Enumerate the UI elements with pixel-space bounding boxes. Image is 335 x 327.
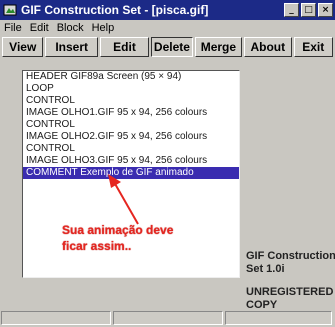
annotation-line-2: ficar assim..	[62, 239, 132, 253]
close-icon[interactable]: ×	[318, 3, 333, 17]
window-title: GIF Construction Set - [pisca.gif]	[21, 3, 209, 17]
toolbar: View Insert Edit Delete Merge About Exit	[2, 37, 335, 59]
app-icon	[3, 3, 17, 17]
menu-file[interactable]: File	[4, 22, 22, 34]
menu-edit[interactable]: Edit	[30, 22, 49, 34]
list-item[interactable]: CONTROL	[23, 143, 239, 155]
status-cell	[113, 311, 223, 325]
list-item[interactable]: HEADER GIF89a Screen (95 × 94)	[23, 71, 239, 83]
insert-button[interactable]: Insert	[45, 37, 98, 57]
merge-button[interactable]: Merge	[194, 37, 243, 57]
annotation-line-1: Sua animação deve	[62, 223, 174, 237]
maximize-icon[interactable]: □	[301, 3, 316, 17]
title-bar[interactable]: GIF Construction Set - [pisca.gif] _ □ ×	[0, 0, 335, 20]
menu-block[interactable]: Block	[57, 22, 84, 34]
view-button[interactable]: View	[2, 37, 44, 57]
list-item[interactable]: IMAGE OLHO3.GIF 95 x 94, 256 colours	[23, 155, 239, 167]
about-button[interactable]: About	[244, 37, 292, 57]
exit-button[interactable]: Exit	[293, 37, 334, 57]
list-item[interactable]: CONTROL	[23, 95, 239, 107]
license-status: UNREGISTERED	[246, 286, 334, 298]
minimize-icon[interactable]: _	[284, 3, 299, 17]
delete-button[interactable]: Delete	[151, 37, 193, 57]
menu-help[interactable]: Help	[92, 22, 115, 34]
list-item[interactable]: IMAGE OLHO2.GIF 95 x 94, 256 colours	[23, 131, 239, 143]
product-info: GIF Construction Set 1.0i UNREGISTERED C…	[246, 250, 335, 312]
status-bar	[0, 310, 335, 327]
status-cell	[225, 311, 332, 325]
annotation-note: Sua animação deve ficar assim..	[62, 222, 173, 254]
list-item[interactable]: CONTROL	[23, 119, 239, 131]
list-item[interactable]: LOOP	[23, 83, 239, 95]
app-window: GIF Construction Set - [pisca.gif] _ □ ×…	[0, 0, 335, 327]
status-cell	[1, 311, 111, 325]
menu-bar: File Edit Block Help	[0, 20, 335, 36]
edit-button[interactable]: Edit	[99, 37, 150, 57]
product-name: GIF Construction	[246, 250, 335, 262]
list-item[interactable]: IMAGE OLHO1.GIF 95 x 94, 256 colours	[23, 107, 239, 119]
product-version: Set 1.0i	[246, 263, 285, 275]
